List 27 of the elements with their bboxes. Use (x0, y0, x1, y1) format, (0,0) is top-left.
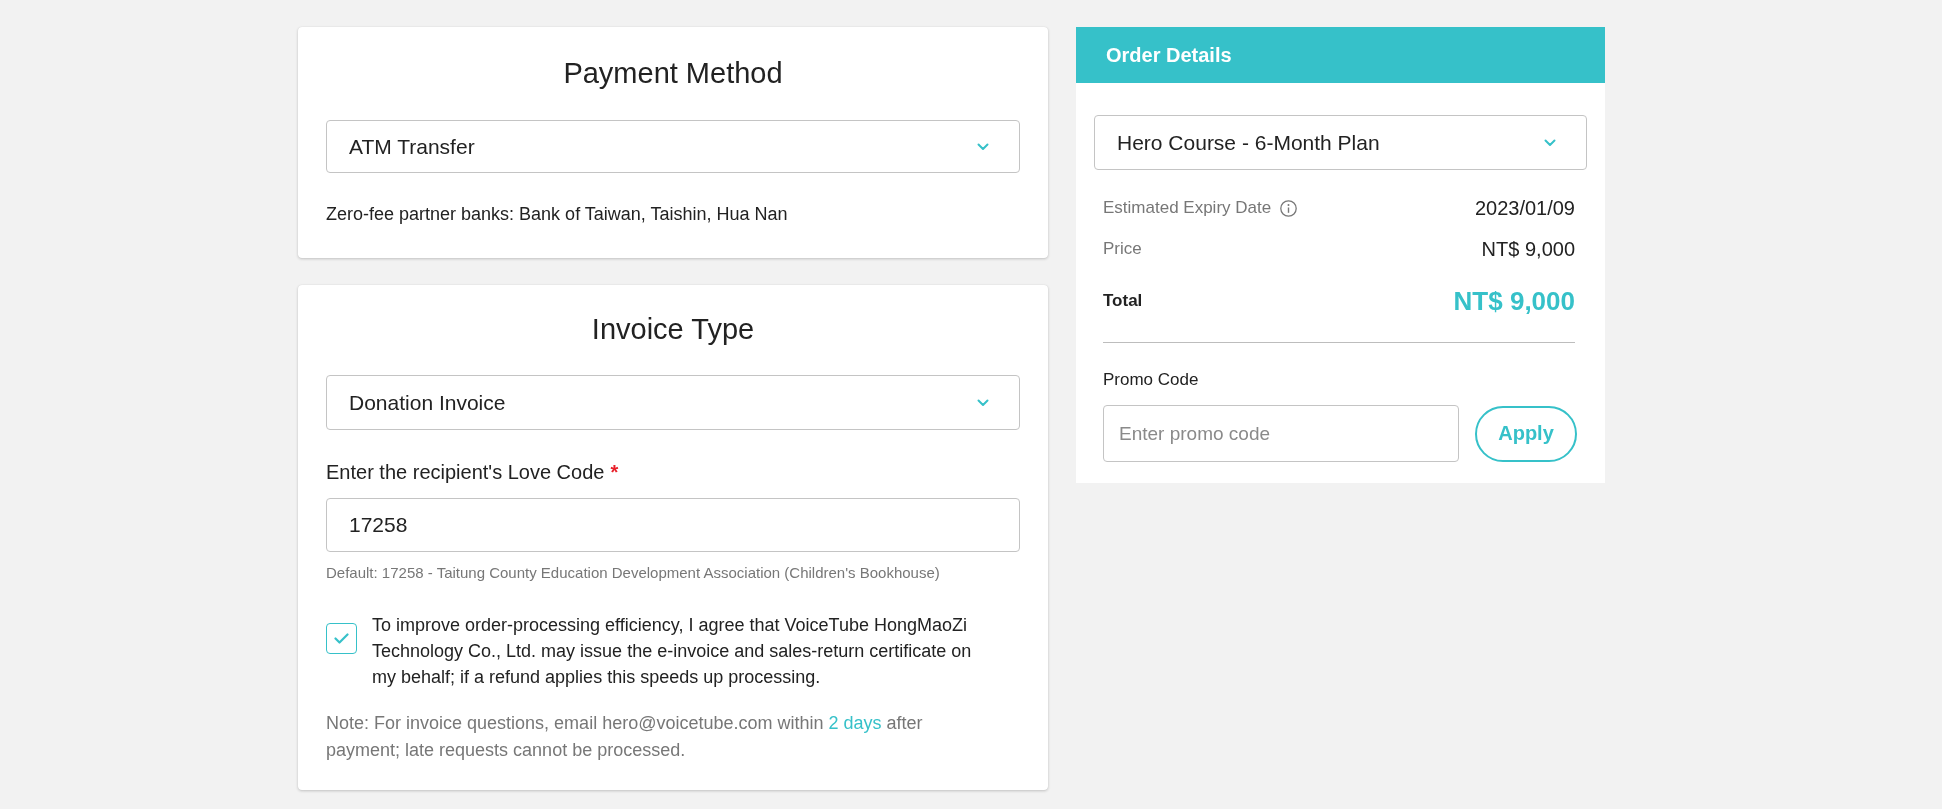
invoice-type-select[interactable]: Donation Invoice (326, 375, 1020, 430)
summary-label: Estimated Expiry Date (1103, 198, 1272, 218)
summary-value: NT$ 9,000 (1481, 237, 1575, 261)
check-icon (334, 633, 349, 644)
order-details-header: Order Details (1076, 27, 1605, 83)
partner-banks-note: Zero-fee partner banks: Bank of Taiwan, Taishin, Hua Nan (326, 203, 789, 226)
field-label: Enter the recipient's Love Code (326, 460, 605, 484)
card-title: Invoice Type (590, 312, 756, 346)
chevron-down-icon (977, 142, 989, 151)
info-icon[interactable] (1280, 199, 1298, 217)
required-mark: * (610, 460, 619, 484)
total-value: NT$ 9,000 (1453, 285, 1575, 317)
plan-select[interactable]: Hero Course - 6-Month Plan (1094, 115, 1587, 170)
total-label: Total (1103, 291, 1143, 311)
promo-code-label: Promo Code (1102, 369, 1200, 391)
chevron-down-icon (977, 398, 989, 407)
payment-method-select[interactable]: ATM Transfer (326, 120, 1020, 173)
summary-value: 2023/01/09 (1474, 196, 1575, 220)
card-title: Payment Method (562, 56, 784, 90)
invoice-note: Note: For invoice questions, email hero@voicetube.com within 2 days after payment; late requests cannot be processed. (326, 712, 924, 762)
promo-code-input[interactable]: Enter promo code (1103, 405, 1459, 462)
love-code-input[interactable]: 17258 (326, 498, 1020, 552)
summary-label: Price (1103, 239, 1142, 259)
consent-text: To improve order-processing efficiency, I agree that VoiceTube HongMaoZi Technology Co., Ltd. may issue the e-invoice and sales-return certificate on my behalf; if a refund applies this speeds up processing. (372, 614, 973, 689)
love-code-hint: Default: 17258 - Taitung County Education Development Association (Children's Bookhouse) (326, 563, 941, 583)
chevron-down-icon (1544, 138, 1556, 147)
consent-checkbox[interactable] (326, 623, 357, 654)
